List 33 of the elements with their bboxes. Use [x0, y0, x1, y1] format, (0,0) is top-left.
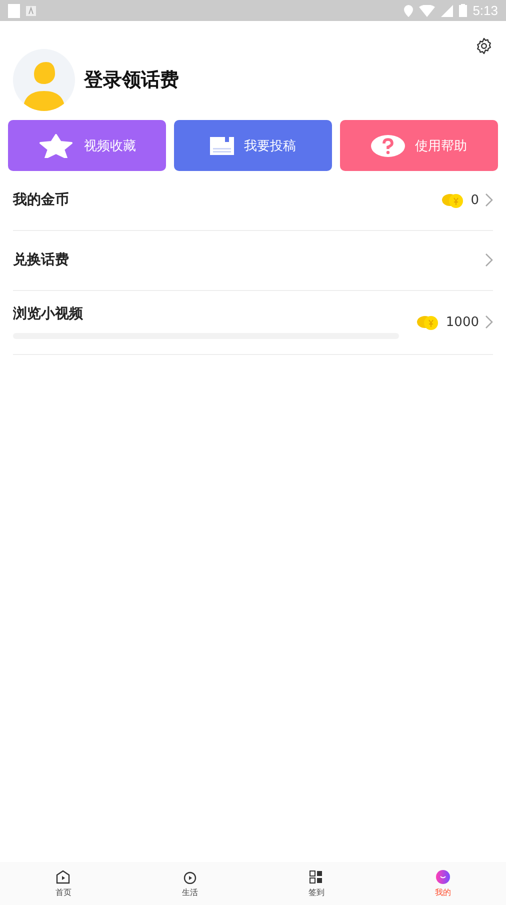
- quick-action-button[interactable]: 视频收藏: [8, 120, 166, 171]
- home-icon: [56, 870, 70, 884]
- chevron-right-icon: [485, 253, 493, 267]
- chevron-right-icon: [485, 315, 493, 329]
- location-icon: [404, 4, 413, 16]
- profile-icon: [436, 870, 450, 884]
- menu-row[interactable]: 兑换话费: [13, 231, 493, 291]
- menu-row[interactable]: 浏览小视频 1000: [13, 291, 493, 355]
- app-notification-icon: [26, 6, 36, 16]
- menu-label: 兑换话费: [13, 251, 70, 269]
- tab-item[interactable]: 签到: [253, 862, 380, 905]
- menu-value: 0: [470, 192, 479, 208]
- tab-item[interactable]: 首页: [0, 862, 126, 905]
- star-icon: [38, 134, 74, 158]
- grid-icon: [309, 870, 324, 884]
- battery-icon: [458, 4, 467, 17]
- login-title[interactable]: 登录领话费: [84, 67, 179, 93]
- wifi-icon: [418, 4, 435, 16]
- help-icon: [371, 134, 405, 156]
- menu-label: 我的金币: [13, 191, 70, 209]
- settings-icon[interactable]: [475, 37, 493, 55]
- menu-value: 1000: [446, 314, 479, 330]
- menu-row[interactable]: 我的金币 0: [13, 171, 493, 231]
- document-icon: [210, 136, 234, 154]
- notification-icon: [8, 4, 20, 18]
- menu-label: 浏览小视频: [13, 305, 84, 323]
- chevron-right-icon: [485, 193, 493, 207]
- play-icon: [182, 870, 197, 884]
- coins-icon: [416, 313, 440, 331]
- tab-item[interactable]: 生活: [126, 862, 253, 905]
- quick-action-button[interactable]: 我要投稿: [174, 120, 332, 171]
- signal-icon: [440, 4, 453, 16]
- coins-icon: [440, 191, 465, 209]
